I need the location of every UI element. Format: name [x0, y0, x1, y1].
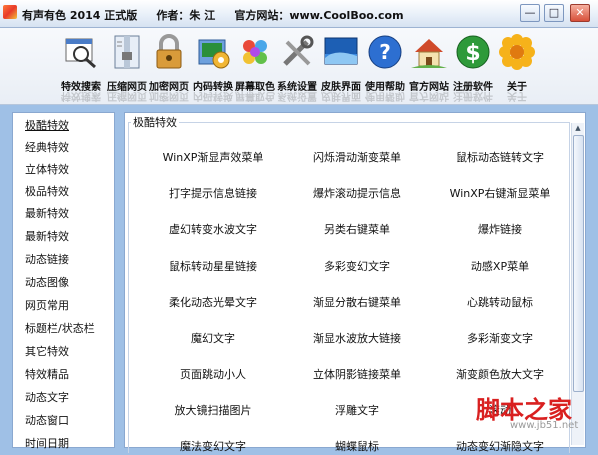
tool-about-button[interactable]: 关于 关于 — [494, 30, 540, 101]
sidebar-item-13[interactable]: 动态文字 — [13, 387, 114, 409]
effect-link[interactable]: 渐显水波放大链接 — [287, 330, 427, 346]
scroll-up-arrow-icon[interactable]: ▲ — [573, 123, 583, 133]
lock-icon — [151, 34, 187, 70]
sidebar-item-8[interactable]: 动态图像 — [13, 272, 114, 294]
maximize-button[interactable]: □ — [544, 4, 564, 22]
effect-link[interactable]: 渐变颜色放大文字 — [430, 366, 570, 382]
effect-link[interactable]: 蝴蝶鼠标 — [287, 438, 427, 454]
palette-icon — [237, 34, 273, 70]
effect-link[interactable]: 虚幻转变水波文字 — [143, 221, 283, 237]
effect-link[interactable]: 闪烁滑动渐变菜单 — [287, 149, 427, 165]
effect-link[interactable]: 动感XP菜单 — [430, 258, 570, 274]
sidebar-item-12[interactable]: 特效精品 — [13, 364, 114, 386]
effect-link[interactable]: 页面跳动小人 — [143, 366, 283, 382]
sidebar-item-9[interactable]: 网页常用 — [13, 295, 114, 317]
minimize-button[interactable]: — — [520, 4, 540, 22]
flower-icon — [499, 34, 535, 70]
effect-link[interactable]: 柔化动态光晕文字 — [143, 294, 283, 310]
home-icon — [411, 34, 447, 70]
scroll-thumb[interactable] — [573, 135, 584, 392]
effect-link[interactable]: WinXP渐显声效菜单 — [143, 149, 283, 165]
effect-link[interactable]: 鼠标动态链转文字 — [430, 149, 570, 165]
effect-link[interactable]: 爆炸滚动提示信息 — [287, 185, 427, 201]
effect-link[interactable]: 打字提示信息链接 — [143, 185, 283, 201]
effect-link[interactable]: 另类右键菜单 — [287, 221, 427, 237]
effect-link[interactable]: 鼠标转动星星链接 — [143, 258, 283, 274]
effect-link[interactable]: 浮雕文字 — [287, 402, 427, 418]
sidebar-item-5[interactable]: 最新特效 — [13, 203, 114, 225]
effect-link[interactable]: 多彩变幻文字 — [287, 258, 427, 274]
convert-icon — [195, 34, 231, 70]
sidebar-item-14[interactable]: 动态窗口 — [13, 410, 114, 432]
watermark: 脚本之家 www.jb51.net — [470, 390, 598, 446]
sidebar-item-11[interactable]: 其它特效 — [13, 341, 114, 363]
category-sidebar: 极酷特效 经典特效 立体特效 极品特效 最新特效 最新特效 动态链接 动态图像 … — [12, 112, 115, 450]
zip-icon — [109, 34, 145, 70]
window-title: 有声有色 2014 正式版 作者：朱 江 官方网站：www.CoolBoo.co… — [22, 9, 404, 22]
title-bar: 有声有色 2014 正式版 作者：朱 江 官方网站：www.CoolBoo.co… — [0, 0, 598, 28]
sidebar-item-3[interactable]: 立体特效 — [13, 159, 114, 181]
close-button[interactable]: ✕ — [570, 4, 590, 22]
effect-link[interactable]: 魔法变幻文字 — [143, 438, 283, 454]
svg-text:$: $ — [465, 41, 480, 66]
sidebar-item-6[interactable]: 最新特效 — [13, 226, 114, 248]
effect-link[interactable]: 放大镜扫描图片 — [143, 402, 283, 418]
group-title: 极酷特效 — [131, 114, 179, 130]
app-icon — [3, 5, 17, 19]
effect-link[interactable]: 立体阴影链接菜单 — [287, 366, 427, 382]
sidebar-item-7[interactable]: 动态链接 — [13, 249, 114, 271]
tools-icon — [279, 34, 315, 70]
sidebar-item-1[interactable]: 极酷特效 — [13, 115, 114, 137]
toolbar: 特效搜索 特效搜索 压缩网页 压缩网页 加密网页 加密网页 内码转换 内码转换 … — [0, 28, 598, 105]
effect-link[interactable]: 多彩渐变文字 — [430, 330, 570, 346]
effect-link[interactable]: 爆炸链接 — [430, 221, 570, 237]
effect-link[interactable]: 魔幻文字 — [143, 330, 283, 346]
search-icon — [63, 34, 99, 70]
effect-link[interactable]: WinXP右键渐显菜单 — [430, 185, 570, 201]
watermark-url: www.jb51.net — [510, 420, 579, 431]
effect-link[interactable]: 渐显分散右键菜单 — [287, 294, 427, 310]
dollar-icon: $ — [455, 34, 491, 70]
sidebar-item-10[interactable]: 标题栏/状态栏 — [13, 318, 114, 340]
sidebar-item-4[interactable]: 极品特效 — [13, 181, 114, 203]
svg-text:?: ? — [379, 40, 391, 64]
sidebar-item-15[interactable]: 时间日期 — [13, 433, 114, 455]
help-icon: ? — [367, 34, 403, 70]
skin-icon — [323, 34, 359, 70]
sidebar-item-2[interactable]: 经典特效 — [13, 137, 114, 159]
effect-link[interactable]: 心跳转动鼠标 — [430, 294, 570, 310]
